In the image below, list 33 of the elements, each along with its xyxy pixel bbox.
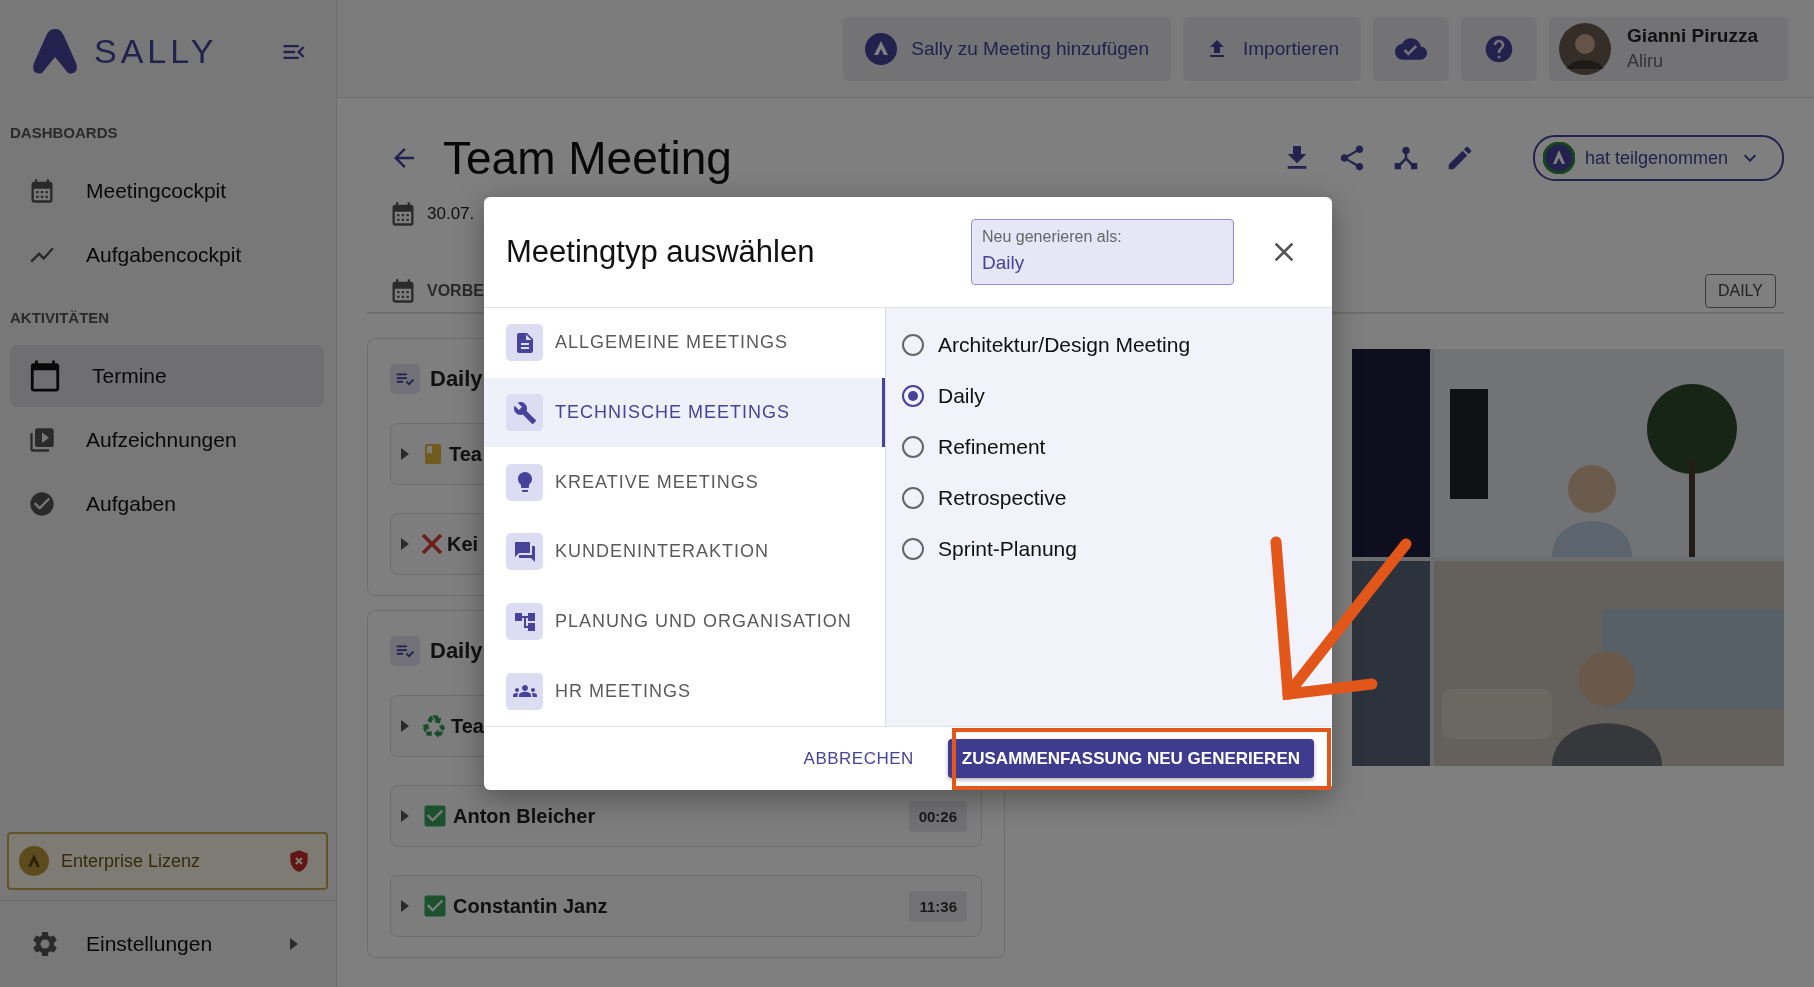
regenerate-button[interactable]: ZUSAMMENFASSUNG NEU GENERIEREN (947, 739, 1314, 778)
user-org: Aliru (1627, 51, 1665, 72)
list-row[interactable]: Constantin Janz 11:36 (390, 875, 982, 937)
nav-item[interactable]: Meetingcockpit (10, 160, 324, 222)
radio-option[interactable]: Daily (902, 370, 1332, 421)
license-label: Enterprise Lizenz (61, 850, 202, 872)
section-title: DASHBOARDS (9, 122, 119, 143)
radio-option[interactable]: Retrospective (902, 472, 1332, 523)
cancel-button[interactable]: ABBRECHEN (795, 740, 922, 777)
logo-text: SALLY (94, 32, 219, 71)
dialog-title: Meetingtyp auswählen (506, 234, 816, 270)
user-menu[interactable]: Gianni Piruzza Aliru (1549, 16, 1788, 81)
list-row[interactable]: Anton Bleicher 00:26 (390, 785, 982, 847)
radio-option[interactable]: Architektur/Design Meeting (902, 319, 1332, 370)
status-dropdown[interactable]: hat teilgenommen (1532, 135, 1784, 181)
radio-option[interactable]: Sprint-Planung (902, 523, 1332, 574)
section-title: AKTIVITÄTEN (9, 307, 111, 328)
user-name: Gianni Piruzza (1627, 25, 1758, 47)
category-item[interactable]: TECHNISCHE MEETINGS (484, 377, 885, 448)
settings-item[interactable]: Einstellungen (0, 900, 336, 987)
group-title: Daily (430, 366, 483, 392)
type-chip: DAILY (1704, 274, 1776, 308)
meeting-date: 30.07. (427, 204, 475, 224)
duration-badge: 00:26 (908, 800, 967, 832)
nav-item[interactable]: Aufgaben (10, 473, 324, 535)
group-title: Daily (430, 638, 483, 664)
nav-item[interactable]: Aufzeichnungen (10, 409, 324, 471)
duration-badge: 11:36 (909, 890, 967, 922)
nav-item[interactable]: Termine (10, 345, 324, 407)
radio-option[interactable]: Refinement (902, 421, 1332, 472)
page-title: Team Meeting (443, 131, 733, 185)
info-field: Neu generieren als: Daily (971, 219, 1234, 285)
nav-item[interactable]: Aufgabencockpit (10, 224, 324, 286)
